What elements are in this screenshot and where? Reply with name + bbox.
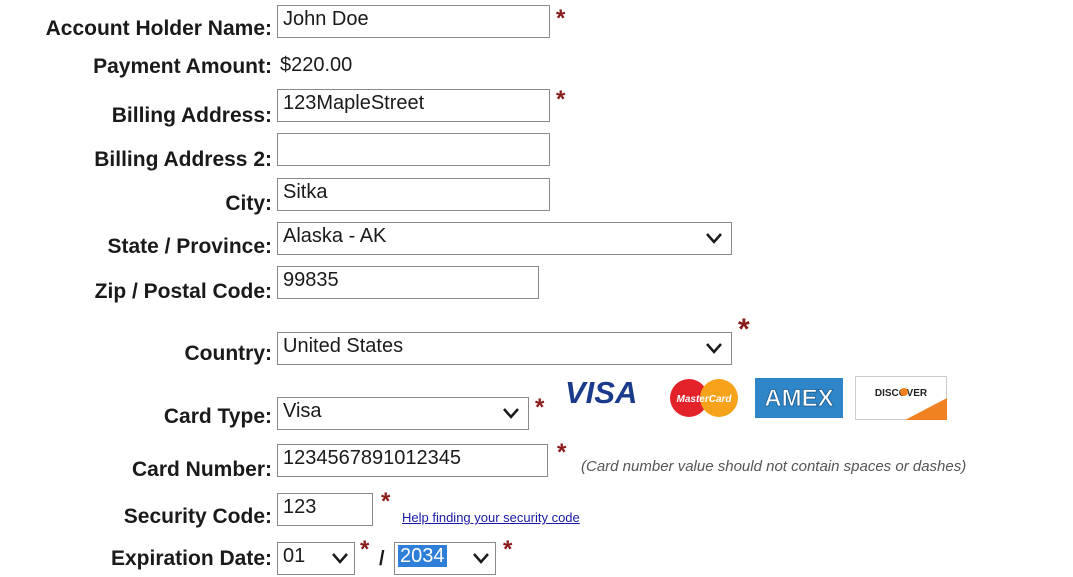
required-marker: * xyxy=(360,536,370,563)
city-input[interactable]: Sitka xyxy=(277,178,550,211)
discover-logo: DISCOVER xyxy=(855,376,947,420)
account-holder-label: Account Holder Name: xyxy=(45,17,272,40)
card-number-input[interactable]: 1234567891012345 xyxy=(277,444,548,477)
payment-amount-label: Payment Amount: xyxy=(93,55,272,78)
card-type-select[interactable]: Visa xyxy=(277,397,529,430)
card-number-label: Card Number: xyxy=(131,458,272,481)
visa-logo: VISA xyxy=(565,375,637,409)
chevron-down-icon xyxy=(473,553,489,564)
security-code-help-link[interactable]: Help finding your security code xyxy=(402,510,580,525)
mastercard-logo-text: MasterCard xyxy=(676,394,732,405)
country-select[interactable]: United States xyxy=(277,332,732,365)
billing-address-2-input[interactable] xyxy=(277,133,550,166)
expiration-month-value: 01 xyxy=(283,545,306,567)
city-label: City: xyxy=(225,192,272,215)
chevron-down-icon xyxy=(706,343,722,354)
expiration-year-value: 2034 xyxy=(398,545,447,567)
chevron-down-icon xyxy=(332,553,348,564)
expiration-year-select[interactable]: 2034 xyxy=(394,542,496,575)
required-marker: * xyxy=(535,394,545,421)
zip-input[interactable]: 99835 xyxy=(277,266,539,299)
required-marker: * xyxy=(556,5,566,32)
chevron-down-icon xyxy=(503,408,519,419)
card-type-label: Card Type: xyxy=(163,405,272,428)
card-type-selected-value: Visa xyxy=(283,400,322,422)
required-marker: * xyxy=(503,536,513,563)
state-label: State / Province: xyxy=(107,235,272,258)
card-number-note: (Card number value should not contain sp… xyxy=(581,458,967,475)
required-marker: * xyxy=(738,313,750,346)
country-label: Country: xyxy=(184,342,273,365)
expiration-month-select[interactable]: 01 xyxy=(277,542,355,575)
required-marker: * xyxy=(557,439,567,466)
billing-address-2-label: Billing Address 2: xyxy=(94,148,272,171)
security-code-input[interactable]: 123 xyxy=(277,493,373,526)
mastercard-logo: MasterCard xyxy=(670,379,738,417)
visa-logo-text: VISA xyxy=(565,375,637,409)
zip-label: Zip / Postal Code: xyxy=(94,280,272,303)
billing-address-label: Billing Address: xyxy=(111,104,272,127)
required-marker: * xyxy=(381,488,391,515)
state-select[interactable]: Alaska - AK xyxy=(277,222,732,255)
amex-logo-text: AMEX xyxy=(764,385,833,412)
security-code-label: Security Code: xyxy=(123,505,272,528)
amex-logo: AMEX xyxy=(755,378,843,418)
required-marker: * xyxy=(556,86,566,113)
date-separator: / xyxy=(379,548,385,570)
billing-address-input[interactable]: 123MapleStreet xyxy=(277,89,550,122)
country-selected-value: United States xyxy=(283,335,404,357)
expiration-date-label: Expiration Date: xyxy=(110,547,272,570)
account-holder-input[interactable]: John Doe xyxy=(277,5,550,38)
state-selected-value: Alaska - AK xyxy=(283,225,387,247)
payment-amount-value: $220.00 xyxy=(280,54,353,76)
chevron-down-icon xyxy=(706,233,722,244)
